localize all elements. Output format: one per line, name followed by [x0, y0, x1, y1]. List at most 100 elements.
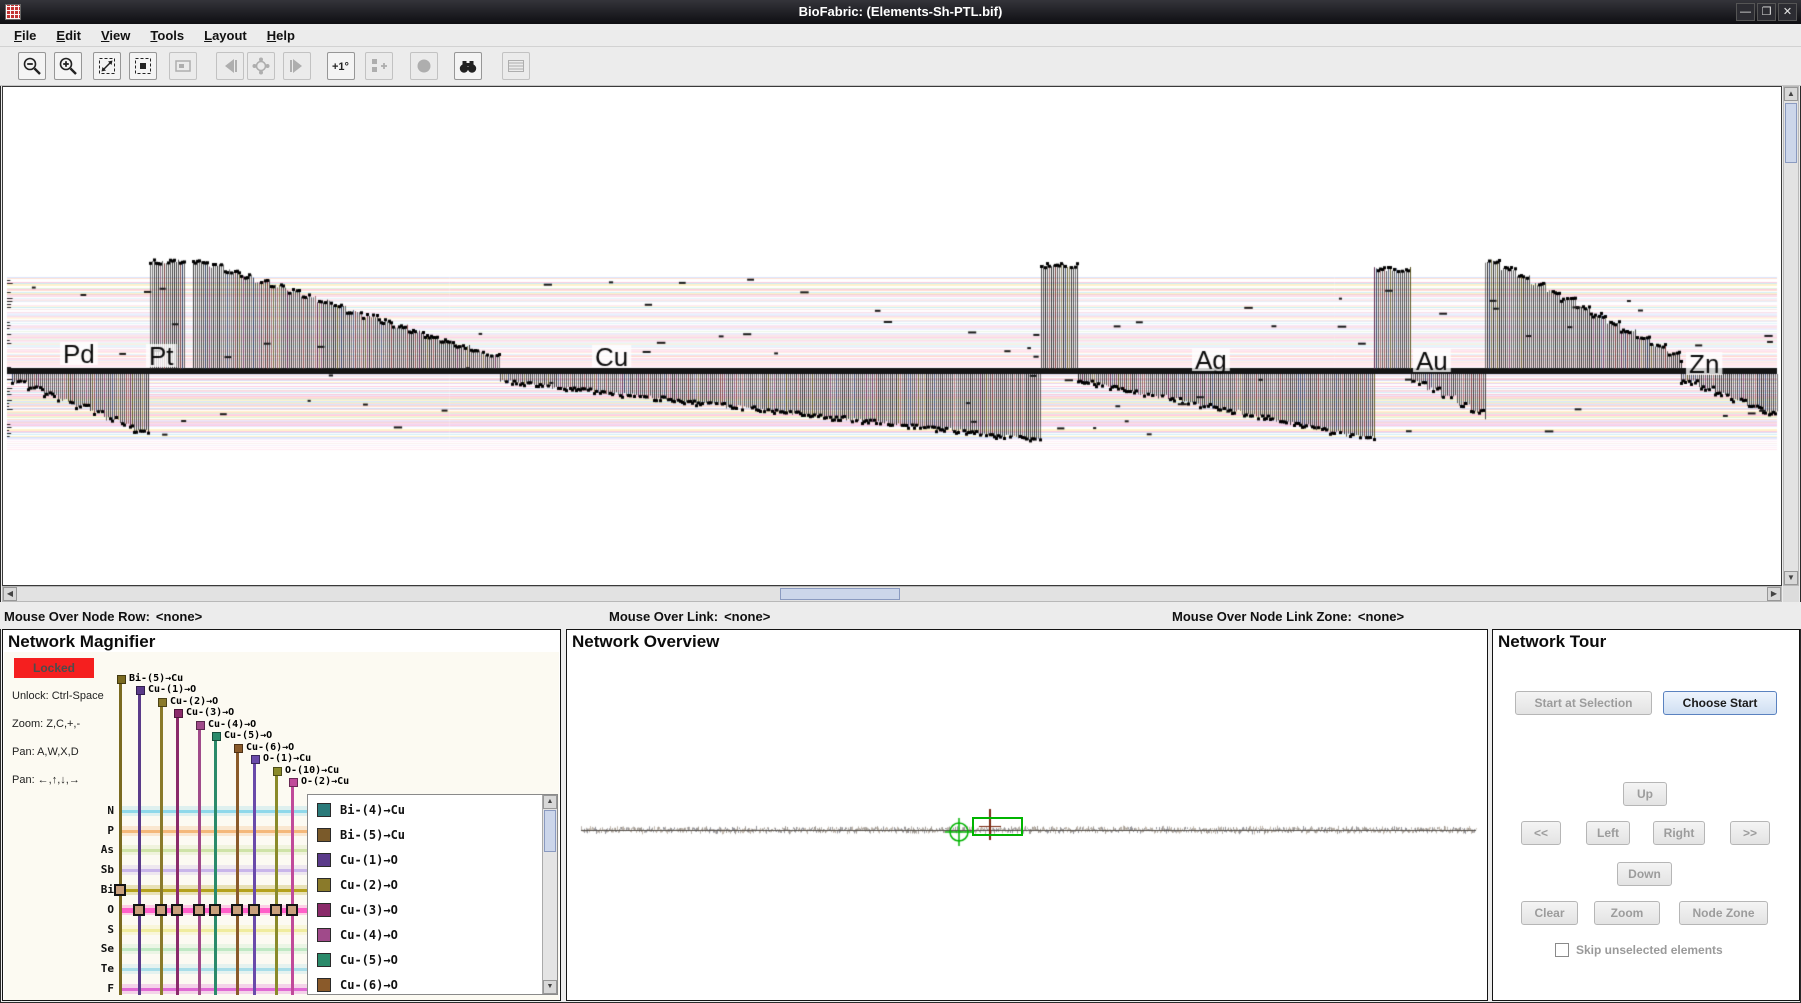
- zoom-in-icon: [57, 55, 79, 77]
- tour-left-button[interactable]: Left: [1586, 821, 1630, 845]
- link-line: [160, 704, 163, 995]
- close-button[interactable]: ✕: [1778, 3, 1797, 21]
- link-label: Cu-(6)→O: [246, 742, 294, 753]
- tour-zoom-button[interactable]: Zoom: [1594, 901, 1660, 925]
- zoom-plus-one-button[interactable]: +1°: [327, 52, 355, 80]
- link-list-item[interactable]: Cu-(1)→O: [309, 847, 541, 872]
- forward-button[interactable]: [283, 52, 311, 80]
- link-list-item[interactable]: Cu-(3)→O: [309, 897, 541, 922]
- menu-item-edit[interactable]: Edit: [46, 26, 91, 45]
- start-at-selection-button[interactable]: Start at Selection: [1515, 691, 1652, 715]
- node-button[interactable]: [410, 52, 438, 80]
- scroll-right-button[interactable]: ▶: [1767, 587, 1781, 601]
- status-node-row: Mouse Over Node Row:<none>: [4, 609, 202, 624]
- zoom-out-button[interactable]: [18, 52, 46, 80]
- back-icon: [219, 55, 241, 77]
- link-line: [176, 715, 179, 995]
- link-endpoint: [234, 744, 243, 753]
- menu-item-tools[interactable]: Tools: [140, 26, 194, 45]
- skip-unselected-checkbox[interactable]: [1555, 943, 1569, 957]
- menu-item-file[interactable]: File: [4, 26, 46, 45]
- vertical-scroll-thumb[interactable]: [1785, 103, 1797, 163]
- link-node-marker: [209, 904, 221, 916]
- node-label: N: [64, 804, 114, 817]
- titlebar: BioFabric: (Elements-Sh-PTL.bif) — ❐ ✕: [0, 0, 1801, 24]
- horizontal-scrollbar[interactable]: ◀ ▶: [2, 586, 1782, 602]
- link-list-item[interactable]: Cu-(5)→O: [309, 947, 541, 972]
- maximize-button[interactable]: ❐: [1757, 3, 1776, 21]
- minimize-button[interactable]: —: [1736, 3, 1755, 21]
- status-bar: Mouse Over Node Row:<none> Mouse Over Li…: [0, 602, 1801, 629]
- menu-item-layout[interactable]: Layout: [194, 26, 257, 45]
- menu-item-view[interactable]: View: [91, 26, 140, 45]
- search-icon: [457, 55, 479, 77]
- magnifier-help-line: Unlock: Ctrl-Space: [12, 690, 104, 702]
- network-canvas[interactable]: [3, 87, 1781, 585]
- link-list-item[interactable]: Cu-(2)→O: [309, 872, 541, 897]
- link-endpoint: [273, 767, 282, 776]
- scroll-left-button[interactable]: ◀: [3, 587, 17, 601]
- node-label: O: [64, 903, 114, 916]
- overview-canvas[interactable]: [571, 654, 1483, 998]
- zoom-rect-button[interactable]: [169, 52, 197, 80]
- link-color-swatch: [317, 928, 331, 942]
- link-list-label: Cu-(4)→O: [340, 928, 398, 942]
- network-tour-panel: Network Tour Start at Selection Choose S…: [1492, 629, 1800, 1001]
- link-list-item[interactable]: Cu-(6)→O: [309, 972, 541, 993]
- link-endpoint: [158, 698, 167, 707]
- link-list-label: Cu-(6)→O: [340, 978, 398, 992]
- magnifier-link-list[interactable]: Bi-(4)→CuBi-(5)→CuCu-(1)→OCu-(2)→O Cu-(3)…: [307, 794, 558, 995]
- tour-prev-button[interactable]: <<: [1521, 821, 1561, 845]
- zoom-to-selection-button[interactable]: [129, 52, 157, 80]
- search-button[interactable]: [454, 52, 482, 80]
- link-list-scrollbar[interactable]: ▲ ▼: [542, 795, 557, 994]
- node-label: Bi: [64, 883, 114, 896]
- link-list-item[interactable]: Cu-(4)→O: [309, 922, 541, 947]
- svg-text:+1°: +1°: [332, 61, 349, 73]
- link-list-label: Cu-(3)→O: [340, 903, 398, 917]
- overview-title: Network Overview: [572, 632, 719, 652]
- overview-viewport[interactable]: [972, 817, 1023, 836]
- link-list-item[interactable]: Bi-(4)→Cu: [309, 797, 541, 822]
- forward-icon: [286, 55, 308, 77]
- tour-up-button[interactable]: Up: [1623, 782, 1667, 806]
- tour-right-button[interactable]: Right: [1653, 821, 1705, 845]
- menu-item-help[interactable]: Help: [257, 26, 305, 45]
- link-label: Cu-(4)→O: [208, 719, 256, 730]
- choose-start-button[interactable]: Choose Start: [1663, 691, 1777, 715]
- link-label: O-(2)→Cu: [301, 776, 349, 787]
- link-node-marker: [270, 904, 282, 916]
- node-label: S: [64, 923, 114, 936]
- scroll-down-button[interactable]: ▼: [1784, 571, 1798, 585]
- link-list-label: Cu-(5)→O: [340, 953, 398, 967]
- link-list-scroll-down-button[interactable]: ▼: [543, 980, 557, 994]
- back-button[interactable]: [216, 52, 244, 80]
- link-color-swatch: [317, 853, 331, 867]
- tour-down-button[interactable]: Down: [1617, 862, 1672, 886]
- link-node-marker: [286, 904, 298, 916]
- center-button[interactable]: [247, 52, 275, 80]
- biofabric-window: { "window": { "title": "BioFabric: (Elem…: [0, 0, 1801, 1003]
- link-line: [214, 738, 217, 995]
- scroll-up-button[interactable]: ▲: [1784, 87, 1798, 101]
- link-endpoint: [117, 675, 126, 684]
- link-label: O-(10)→Cu: [285, 765, 339, 776]
- neighbors-button[interactable]: [365, 52, 393, 80]
- window-title: BioFabric: (Elements-Sh-PTL.bif): [0, 0, 1801, 24]
- tour-node-zone-button[interactable]: Node Zone: [1679, 901, 1768, 925]
- zoom-in-button[interactable]: [54, 52, 82, 80]
- magnifier-view[interactable]: Locked Bi-(4)→CuBi-(5)→CuCu-(1)→OCu-(2)→…: [4, 652, 559, 1000]
- node-zone-button[interactable]: [502, 52, 530, 80]
- zoom-to-show-all-button[interactable]: [93, 52, 121, 80]
- link-list-scroll-up-button[interactable]: ▲: [543, 795, 557, 809]
- vertical-scrollbar[interactable]: ▲ ▼: [1783, 86, 1799, 586]
- tour-clear-button[interactable]: Clear: [1521, 901, 1578, 925]
- zoom-to-show-all-icon: [96, 55, 118, 77]
- horizontal-scroll-thumb[interactable]: [780, 588, 900, 600]
- link-list-item[interactable]: Bi-(5)→Cu: [309, 822, 541, 847]
- link-list-scroll-thumb[interactable]: [544, 810, 556, 852]
- link-endpoint: [289, 778, 298, 787]
- node-icon: [413, 55, 435, 77]
- tour-next-button[interactable]: >>: [1730, 821, 1770, 845]
- zoom-rect-icon: [172, 55, 194, 77]
